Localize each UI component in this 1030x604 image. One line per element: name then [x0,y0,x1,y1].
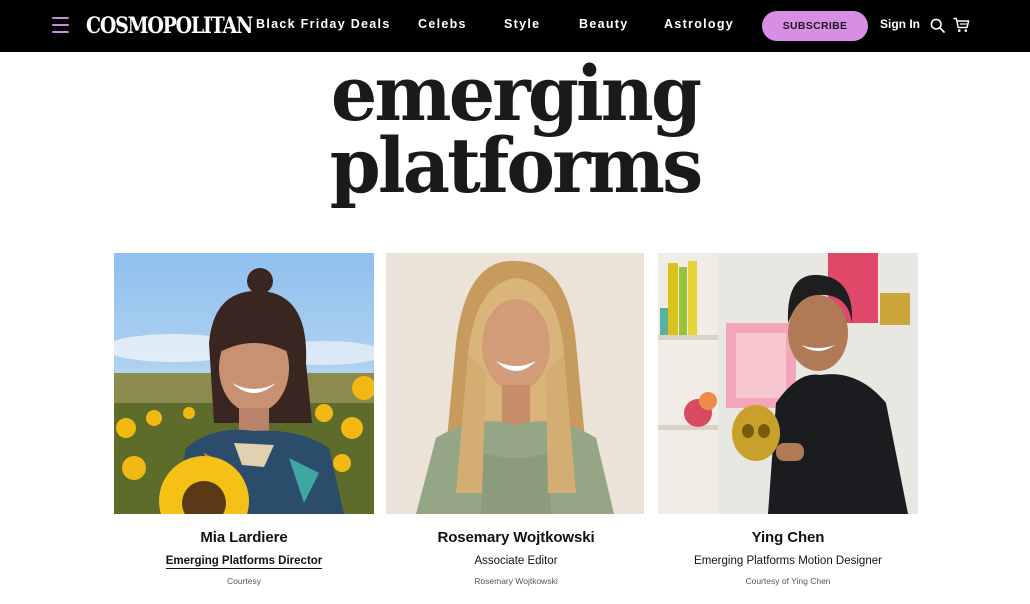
subscribe-button[interactable]: SUBSCRIBE [762,11,868,41]
staff-title: Emerging Platforms Motion Designer [694,555,882,567]
staff-name: Mia Lardiere [200,529,288,546]
photo-credit: Courtesy of Ying Chen [745,576,831,586]
staff-card: Rosemary Wojtkowski Associate Editor Ros… [386,253,646,586]
site-logo[interactable]: COSMOPOLITAN [86,11,253,41]
search-icon[interactable] [930,18,945,33]
staff-title: Emerging Platforms Director [114,555,374,569]
staff-photo [658,253,918,514]
sign-in-link[interactable]: Sign In [880,17,920,31]
staff-card: Ying Chen Emerging Platforms Motion Desi… [658,253,918,586]
staff-card: Mia Lardiere Emerging Platforms Director… [114,253,374,586]
photo-credit: Rosemary Wojtkowski [474,576,558,586]
nav-item-astrology[interactable]: Astrology [664,17,734,31]
staff-name: Ying Chen [751,529,825,546]
staff-name: Rosemary Wojtkowski [437,529,595,546]
site-header: COSMOPOLITAN Black Friday Deals Celebs S… [0,0,1030,52]
page-title-line-2: platforms [329,121,703,210]
shopping-cart-icon[interactable] [953,17,970,33]
staff-title-link[interactable]: Emerging Platforms Director [165,555,323,569]
staff-photo [114,253,374,514]
staff-photo [386,253,644,514]
page-title-line-1: emerging [330,49,702,138]
nav-item-celebs[interactable]: Celebs [418,17,467,31]
nav-item-style[interactable]: Style [504,17,540,31]
nav-item-black-friday-deals[interactable]: Black Friday Deals [256,17,391,31]
nav-item-beauty[interactable]: Beauty [579,17,628,31]
page-title: emerging platforms [21,49,1010,210]
photo-credit: Courtesy [226,576,261,586]
staff-title: Associate Editor [474,555,558,567]
hamburger-menu-icon[interactable] [52,16,70,34]
